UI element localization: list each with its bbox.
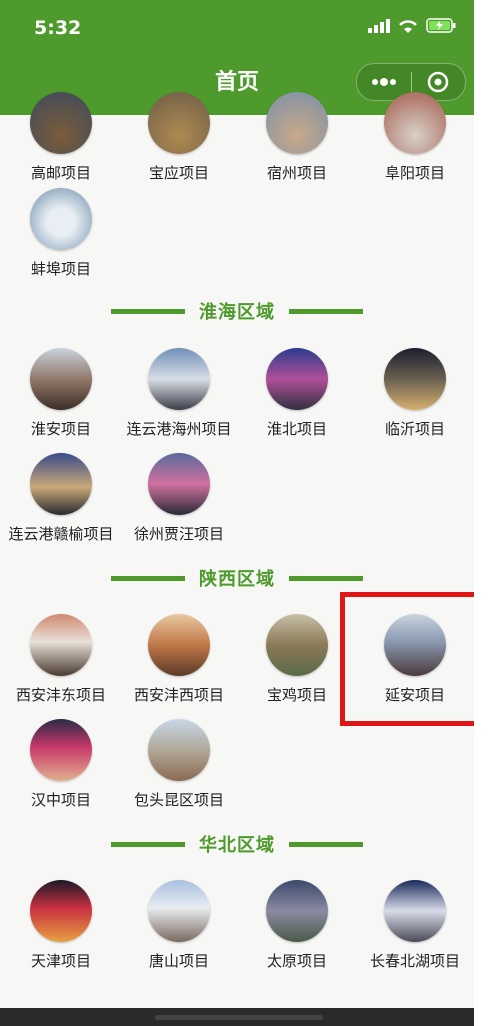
phone-screen: 5:32 首页 高邮项目 宝应项目 宿州项目 阜阳项目 蚌埠项目 淮海区域 淮安…	[0, 0, 474, 1026]
section-divider	[289, 575, 363, 581]
project-thumbnail	[30, 92, 92, 154]
project-label: 西安沣东项目	[15, 686, 106, 704]
project-label: 阜阳项目	[384, 164, 445, 182]
project-label: 连云港赣榆项目	[8, 525, 114, 543]
project-item-tianjin[interactable]: 天津项目	[2, 880, 120, 971]
project-label: 连云港海州项目	[126, 420, 232, 438]
project-thumbnail	[148, 453, 210, 515]
section-divider	[111, 308, 185, 314]
project-label: 淮安项目	[30, 420, 91, 438]
project-item-linyi[interactable]: 临沂项目	[356, 348, 474, 439]
project-thumbnail	[266, 614, 328, 676]
project-thumbnail	[30, 614, 92, 676]
project-thumbnail	[148, 92, 210, 154]
project-label: 西安沣西项目	[133, 686, 224, 704]
project-thumbnail	[148, 719, 210, 781]
project-item-xian-fengxi[interactable]: 西安沣西项目	[120, 614, 238, 705]
project-thumbnail	[384, 348, 446, 410]
project-item-suzhou[interactable]: 宿州项目	[238, 92, 356, 183]
project-thumbnail	[30, 348, 92, 410]
section-title-text: 华北区域	[199, 835, 275, 856]
project-item-bengbu[interactable]: 蚌埠项目	[2, 188, 120, 279]
section-title-shaanxi: 陕西区域	[0, 565, 474, 591]
project-item-hanzhong[interactable]: 汉中项目	[2, 719, 120, 810]
project-label: 宝应项目	[148, 164, 209, 182]
project-item-huaian[interactable]: 淮安项目	[2, 348, 120, 439]
project-item-taiyuan[interactable]: 太原项目	[238, 880, 356, 971]
project-item-changchun-beihu[interactable]: 长春北湖项目	[356, 880, 474, 971]
project-thumbnail	[30, 880, 92, 942]
wifi-icon	[399, 19, 417, 33]
section-divider	[289, 841, 363, 847]
project-thumbnail	[384, 880, 446, 942]
section-title-huaihai: 淮海区域	[0, 298, 474, 324]
project-item-fuyang[interactable]: 阜阳项目	[356, 92, 474, 183]
target-circle-icon	[427, 71, 449, 93]
project-label: 太原项目	[266, 952, 327, 970]
section-divider	[111, 841, 185, 847]
project-thumbnail	[30, 719, 92, 781]
project-item-baoji[interactable]: 宝鸡项目	[238, 614, 356, 705]
section-divider	[289, 308, 363, 314]
project-item-huaibei[interactable]: 淮北项目	[238, 348, 356, 439]
project-item-xuzhou-jiawang[interactable]: 徐州贾汪项目	[120, 453, 238, 544]
project-label: 徐州贾汪项目	[133, 525, 224, 543]
home-indicator[interactable]	[155, 1015, 323, 1020]
section-divider	[111, 575, 185, 581]
project-label: 高邮项目	[30, 164, 91, 182]
signal-icon	[368, 18, 390, 33]
project-item-gaoyou[interactable]: 高邮项目	[2, 92, 120, 183]
battery-charging-icon	[426, 18, 456, 33]
project-thumbnail	[30, 453, 92, 515]
status-time: 5:32	[34, 17, 82, 39]
project-label: 宝鸡项目	[266, 686, 327, 704]
project-thumbnail	[148, 348, 210, 410]
project-label: 汉中项目	[30, 791, 91, 809]
project-label: 包头昆区项目	[133, 791, 224, 809]
project-item-baoying[interactable]: 宝应项目	[120, 92, 238, 183]
section-title-text: 陕西区域	[199, 569, 275, 590]
project-item-lianyungang-haizhou[interactable]: 连云港海州项目	[120, 348, 238, 439]
project-item-baotou-kunqu[interactable]: 包头昆区项目	[120, 719, 238, 810]
section-title-huabei: 华北区域	[0, 831, 474, 857]
project-label: 天津项目	[30, 952, 91, 970]
project-label: 淮北项目	[266, 420, 327, 438]
project-thumbnail	[30, 188, 92, 250]
status-icons	[368, 18, 456, 33]
project-label: 蚌埠项目	[30, 260, 91, 278]
section-title-text: 淮海区域	[199, 302, 275, 323]
project-label: 宿州项目	[266, 164, 327, 182]
project-item-xian-fengdong[interactable]: 西安沣东项目	[2, 614, 120, 705]
project-thumbnail	[148, 614, 210, 676]
more-dots-icon	[371, 78, 396, 86]
highlight-box	[340, 592, 474, 726]
project-item-lianyungang-ganyu[interactable]: 连云港赣榆项目	[2, 453, 120, 544]
project-label: 临沂项目	[384, 420, 445, 438]
project-thumbnail	[384, 92, 446, 154]
project-label: 长春北湖项目	[369, 952, 460, 970]
project-thumbnail	[266, 92, 328, 154]
project-thumbnail	[148, 880, 210, 942]
project-thumbnail	[266, 348, 328, 410]
project-item-tangshan[interactable]: 唐山项目	[120, 880, 238, 971]
project-thumbnail	[266, 880, 328, 942]
project-label: 唐山项目	[148, 952, 209, 970]
